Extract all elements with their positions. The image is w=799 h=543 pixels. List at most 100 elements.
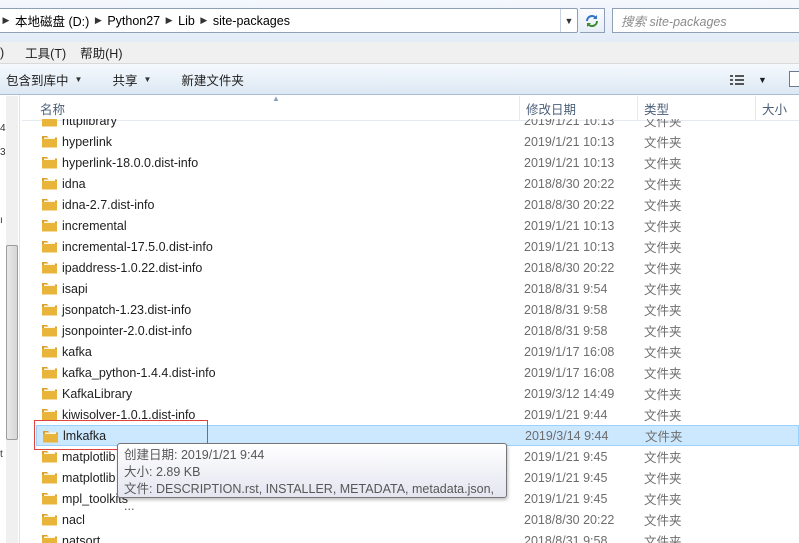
column-size-label: 大小 (762, 103, 788, 117)
file-type: 文件夹 (644, 472, 682, 486)
preview-pane-button[interactable] (789, 71, 799, 87)
list-item[interactable]: httplibrary 2019/1/21 10:13 文件夹 (36, 119, 799, 131)
breadcrumb-separator-icon[interactable]: ▶ (0, 15, 13, 26)
folder-icon (42, 220, 57, 232)
modified-date: 2018/8/31 9:54 (524, 281, 608, 296)
list-item[interactable]: kafka_python-1.4.4.dist-info 2019/1/17 16… (36, 362, 799, 383)
breadcrumb-separator-icon[interactable]: ▶ (197, 15, 211, 26)
list-item[interactable]: jsonpatch-1.23.dist-info 2018/8/31 9:58 文件… (36, 299, 799, 320)
share-label: 共享 (112, 73, 138, 88)
menu-item-help[interactable]: 帮助(H) (73, 43, 129, 62)
file-name: matplotlib (62, 449, 116, 464)
column-header-date[interactable]: 修改日期 (519, 96, 637, 121)
folder-icon (42, 283, 57, 295)
breadcrumb-drive[interactable]: 本地磁盘 (D:) (13, 11, 91, 30)
folder-icon (42, 409, 57, 421)
menu-item-tools[interactable]: 工具(T) (18, 43, 73, 62)
folder-icon (42, 262, 57, 274)
folder-icon (42, 346, 57, 358)
list-item[interactable]: hyperlink-18.0.0.dist-info 2019/1/21 10:1… (36, 152, 799, 173)
navigation-scrollbar-thumb[interactable] (6, 245, 18, 440)
list-item[interactable]: hyperlink 2019/1/21 10:13 文件夹 (36, 131, 799, 152)
modified-date: 2018/8/31 9:58 (524, 302, 608, 317)
change-view-button[interactable]: ▼ (730, 64, 767, 95)
refresh-icon (586, 14, 598, 27)
list-item[interactable]: kafka 2019/1/17 16:08 文件夹 (36, 341, 799, 362)
column-header-name[interactable]: 名称 (34, 96, 522, 121)
file-name: jsonpatch-1.23.dist-info (62, 302, 192, 317)
new-folder-label: 新建文件夹 (181, 73, 244, 88)
file-type: 文件夹 (644, 409, 682, 423)
file-type: 文件夹 (644, 304, 682, 318)
file-name: natsort (62, 533, 101, 543)
address-field[interactable]: ▶ 本地磁盘 (D:) ▶ Python27 ▶ Lib ▶ site-pack… (0, 8, 578, 33)
tooltip-size: 大小: 2.89 KB (124, 465, 201, 479)
search-input[interactable]: 搜索 site-packages (612, 8, 799, 33)
file-type: 文件夹 (644, 325, 682, 339)
chevron-down-icon: ▼ (143, 74, 152, 84)
modified-date: 2018/8/30 20:22 (524, 197, 615, 212)
modified-date: 2019/1/21 9:45 (524, 491, 608, 506)
folder-icon (42, 535, 57, 543)
folder-icon (42, 157, 57, 169)
include-in-library-button[interactable]: 包含到库中 ▼ (0, 64, 90, 94)
file-type: 文件夹 (644, 136, 682, 150)
nav-tree-glyph: t (0, 449, 3, 460)
breadcrumb-site-packages[interactable]: site-packages (211, 14, 292, 28)
folder-icon (42, 514, 57, 526)
file-type: 文件夹 (644, 346, 682, 360)
folder-icon (42, 119, 57, 127)
file-type: 文件夹 (644, 367, 682, 381)
folder-icon (42, 451, 57, 463)
list-item[interactable]: KafkaLibrary 2019/3/12 14:49 文件夹 (36, 383, 799, 404)
list-item[interactable]: jsonpointer-2.0.dist-info 2018/8/31 9:58 文… (36, 320, 799, 341)
folder-icon (42, 388, 57, 400)
list-item[interactable]: incremental 2019/1/21 10:13 文件夹 (36, 215, 799, 236)
share-button[interactable]: 共享 ▼ (104, 64, 159, 94)
folder-icon (42, 241, 57, 253)
address-dropdown-icon[interactable]: ▼ (560, 9, 577, 32)
folder-icon (42, 493, 57, 505)
file-type: 文件夹 (644, 535, 682, 543)
menu-item-partial[interactable]: ) (0, 46, 6, 60)
list-item[interactable]: idna-2.7.dist-info 2018/8/30 20:22 文件夹 (36, 194, 799, 215)
file-name: ipaddress-1.0.22.dist-info (62, 260, 203, 275)
file-type: 文件夹 (644, 262, 682, 276)
list-item[interactable]: incremental-17.5.0.dist-info 2019/1/21 10… (36, 236, 799, 257)
folder-icon (42, 178, 57, 190)
file-name: jsonpointer-2.0.dist-info (62, 323, 192, 338)
list-item[interactable]: ipaddress-1.0.22.dist-info 2018/8/30 20:2… (36, 257, 799, 278)
list-item[interactable]: isapi 2018/8/31 9:54 文件夹 (36, 278, 799, 299)
file-name: hyperlink-18.0.0.dist-info (62, 155, 199, 170)
list-item[interactable]: idna 2018/8/30 20:22 文件夹 (36, 173, 799, 194)
modified-date: 2018/8/30 20:22 (524, 512, 615, 527)
new-folder-button[interactable]: 新建文件夹 (173, 64, 252, 94)
modified-date: 2019/1/21 10:13 (524, 134, 615, 149)
folder-icon (42, 136, 57, 148)
breadcrumb-separator-icon[interactable]: ▶ (91, 15, 105, 26)
file-name: hyperlink (62, 134, 113, 149)
column-header-row: ▲ 名称 修改日期 类型 大小 (22, 94, 799, 121)
file-type: 文件夹 (644, 388, 682, 402)
file-name: httplibrary (62, 119, 117, 128)
list-item[interactable]: natsort 2018/8/31 9:58 文件夹 (36, 530, 799, 543)
breadcrumb-separator-icon[interactable]: ▶ (162, 15, 176, 26)
file-type: 文件夹 (644, 241, 682, 255)
file-type: 文件夹 (644, 451, 682, 465)
breadcrumb-python27[interactable]: Python27 (105, 14, 162, 28)
command-toolbar: 包含到库中 ▼ 共享 ▼ 新建文件夹 ▼ (0, 64, 799, 95)
breadcrumb-lib[interactable]: Lib (176, 14, 197, 28)
modified-date: 2019/1/21 9:45 (524, 470, 608, 485)
tooltip-files: 文件: DESCRIPTION.rst, INSTALLER, METADATA… (124, 482, 494, 513)
view-dropdown-icon[interactable]: ▼ (758, 75, 767, 85)
modified-date: 2018/8/31 9:58 (524, 323, 608, 338)
modified-date: 2019/1/21 10:13 (524, 119, 615, 128)
file-type: 文件夹 (644, 178, 682, 192)
include-in-library-label: 包含到库中 (6, 73, 69, 88)
refresh-button[interactable] (580, 8, 605, 33)
column-header-size[interactable]: 大小 (755, 96, 799, 121)
column-header-type[interactable]: 类型 (637, 96, 755, 121)
search-placeholder: 搜索 site-packages (621, 15, 727, 29)
folder-icon (42, 472, 57, 484)
modified-date: 2019/1/17 16:08 (524, 344, 615, 359)
